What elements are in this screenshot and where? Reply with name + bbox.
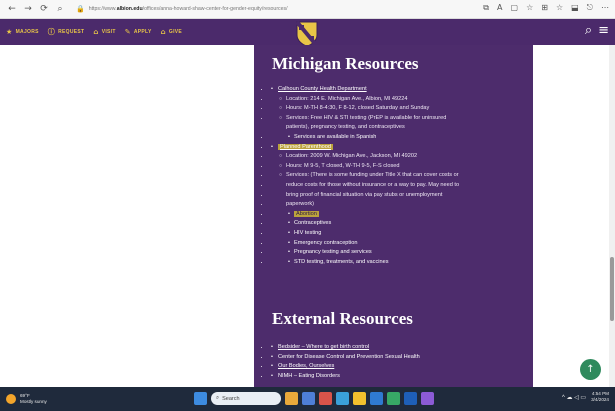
favorite-icon[interactable]: ☆ (526, 3, 533, 13)
list-item: NIMH – Eating Disorders (270, 372, 520, 382)
star-icon: ★ (6, 28, 13, 36)
college-crest-logo[interactable] (296, 21, 318, 47)
collections-icon[interactable]: ⬓ (571, 3, 579, 13)
list-item-continued: patients), pregnancy testing, and contra… (270, 123, 520, 133)
system-tray: ^ ☁ ◁ ▭ 4:54 PM 3/4/2024 (562, 391, 609, 403)
forward-icon[interactable]: → (22, 3, 34, 15)
taskbar-apps: ⌕ Search (194, 392, 434, 405)
more-icon[interactable]: ⋯ (601, 3, 609, 13)
page-scrollbar[interactable] (609, 45, 615, 387)
edge-icon[interactable] (336, 392, 349, 405)
nimh-text: NIMH – Eating Disorders (278, 372, 340, 379)
app-icon[interactable] (319, 392, 332, 405)
list-item: Abortion (270, 210, 520, 220)
clock[interactable]: 4:54 PM 3/4/2024 (591, 391, 609, 403)
utility-nav: ★ MAJORS ⓘ REQUEST ⌂ VISIT ✎ APPLY ⌂ GIVE (0, 27, 182, 37)
list-item: Planned Parenthood (270, 143, 520, 153)
tray-icons[interactable]: ^ ☁ ◁ ▭ (562, 394, 586, 401)
list-item-continued: bring proof of financial situation via p… (270, 190, 520, 201)
browser-actions: ⧉ A ▢ ☆ ⊞ ☆ ⬓ ⎋ ⋯ (483, 3, 609, 13)
list-item: HIV testing (270, 229, 520, 239)
lock-icon: 🔒 (76, 5, 85, 13)
browser-toolbar: ← → ⟳ ⌕ 🔒 https://www. albion.edu/offices… (0, 0, 615, 19)
michigan-resources-heading: Michigan Resources (272, 54, 419, 73)
tab-icon[interactable]: ⧉ (483, 3, 489, 13)
abortion-highlight: Abortion (294, 210, 319, 217)
list-item: Hours: M 9-5, T closed, W-TH 9-5, F-S cl… (270, 162, 520, 172)
nav-give[interactable]: ⌂ GIVE (161, 28, 182, 36)
search-icon: ⌕ (216, 395, 220, 401)
task-view-icon[interactable] (302, 392, 315, 405)
our-bodies-link[interactable]: Our Bodies, Ourselves (278, 363, 334, 369)
refresh-icon[interactable]: ⟳ (38, 3, 50, 15)
gift-icon: ⌂ (160, 28, 166, 36)
list-item: Location: 214 E. Michigan Ave., Albion, … (270, 95, 520, 105)
nav-majors[interactable]: ★ MAJORS (6, 28, 39, 36)
list-item: Services are available in Spanish (270, 133, 520, 143)
list-item: Services: Free HIV & STI testing (PrEP i… (270, 114, 520, 124)
url-path: /offices/anna-howard-shaw-center-for-gen… (142, 6, 288, 12)
favorites-icon[interactable]: ☆ (556, 3, 563, 13)
store-icon[interactable] (370, 392, 383, 405)
list-item: Services: (There is some funding under T… (270, 171, 520, 181)
widgets-icon[interactable] (285, 392, 298, 405)
list-item: Pregnancy testing and services (270, 248, 520, 258)
app-icon[interactable] (387, 392, 400, 405)
taskbar-search[interactable]: ⌕ Search (211, 392, 281, 405)
list-item-continued: paperwork) (270, 200, 520, 210)
back-icon[interactable]: ← (6, 3, 18, 15)
cdc-sexual-health-text: Center for Disease Control and Preventio… (278, 353, 420, 360)
list-item: Contraceptives (270, 219, 520, 229)
nav-apply[interactable]: ✎ APPLY (125, 28, 152, 36)
start-icon[interactable] (194, 392, 207, 405)
weather-desc: Mostly sunny (20, 399, 47, 404)
planned-parenthood-link[interactable]: Planned Parenthood (278, 143, 334, 150)
sun-icon (6, 394, 16, 404)
external-resources-list: Bedsider – Where to get birth control Ce… (270, 343, 520, 381)
menu-icon[interactable]: ≡ (598, 24, 609, 37)
windows-taskbar: 69°F Mostly sunny ⌕ Search ^ ☁ ◁ ▭ 4:54 P… (0, 387, 615, 411)
search-icon[interactable]: ⌕ (585, 24, 592, 37)
info-icon: ⓘ (47, 28, 56, 36)
resources-panel: Michigan Resources Calhoun County Health… (254, 45, 533, 387)
header-actions: ⌕ ≡ (585, 24, 609, 37)
url-host: albion.edu (116, 6, 143, 12)
split-icon[interactable]: ▢ (511, 3, 519, 13)
url-prefix: https://www. (88, 6, 117, 12)
list-item: Center for Disease Control and Preventio… (270, 353, 520, 363)
calhoun-link[interactable]: Calhoun County Health Department (278, 86, 367, 92)
list-item: Location: 2009 W. Michigan Ave., Jackson… (270, 152, 520, 162)
extensions-icon[interactable]: ⊞ (541, 3, 548, 13)
weather-widget[interactable]: 69°F Mostly sunny (0, 393, 80, 405)
list-item: Calhoun County Health Department (270, 85, 520, 95)
list-item: Emergency contraception (270, 239, 520, 249)
michigan-resources-list: Calhoun County Health Department Locatio… (270, 85, 520, 267)
bedsider-link[interactable]: Bedsider – Where to get birth control (278, 344, 369, 350)
list-item: Bedsider – Where to get birth control (270, 343, 520, 353)
pencil-icon: ✎ (124, 28, 131, 36)
read-aloud-icon[interactable]: A (497, 3, 502, 13)
file-explorer-icon[interactable] (353, 392, 366, 405)
site-header: ★ MAJORS ⓘ REQUEST ⌂ VISIT ✎ APPLY ⌂ GIVE ⌕ ≡ (0, 19, 615, 47)
list-item: STD testing, treatments, and vaccines (270, 258, 520, 268)
back-to-top-button[interactable]: ↑ (580, 359, 601, 380)
copilot-icon[interactable]: ⎋ (587, 3, 593, 13)
search-icon[interactable]: ⌕ (54, 3, 66, 15)
list-item: Hours: M-TH 8-4:30, F 8-12, closed Satur… (270, 104, 520, 114)
building-icon: ⌂ (93, 28, 99, 36)
list-item-continued: reduce costs for those without insurance… (270, 180, 520, 191)
list-item: Our Bodies, Ourselves (270, 362, 520, 372)
scrollbar-thumb[interactable] (610, 257, 614, 321)
nav-request[interactable]: ⓘ REQUEST (48, 27, 85, 37)
address-bar[interactable]: 🔒 https://www. albion.edu/offices/anna-ho… (76, 3, 406, 16)
nav-visit[interactable]: ⌂ VISIT (93, 28, 115, 36)
external-resources-heading: External Resources (272, 309, 413, 328)
word-icon[interactable] (404, 392, 417, 405)
app-icon[interactable] (421, 392, 434, 405)
